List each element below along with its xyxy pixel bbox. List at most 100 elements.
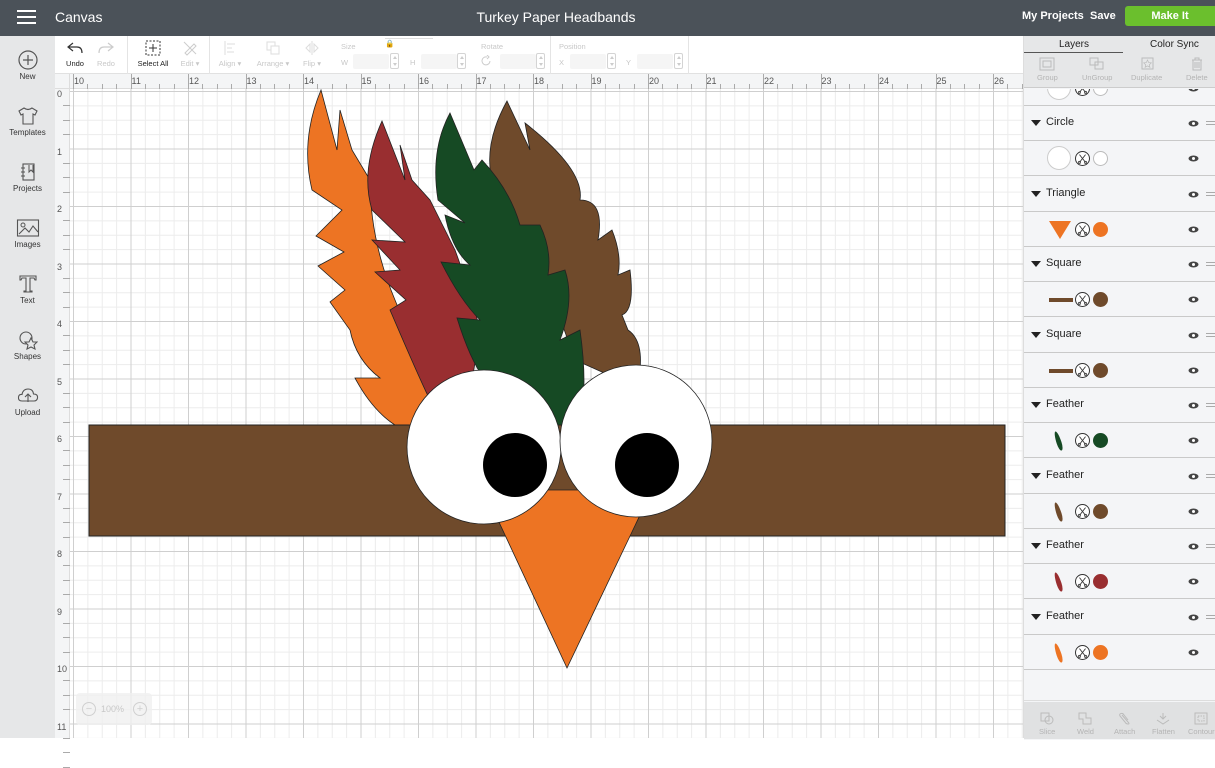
eye-icon[interactable] — [1188, 89, 1199, 92]
sidebar-item-shapes[interactable]: Shapes — [0, 330, 55, 380]
layer-sub-row[interactable] — [1024, 212, 1215, 247]
drag-handle[interactable] — [1206, 544, 1215, 548]
cut-operation-icon[interactable] — [1075, 221, 1090, 237]
layer-sub-row[interactable] — [1024, 494, 1215, 529]
zoom-out-button[interactable]: − — [82, 702, 96, 716]
sidebar-item-new[interactable]: New — [0, 50, 55, 100]
design-canvas[interactable] — [70, 89, 1023, 738]
x-input[interactable] — [570, 54, 606, 69]
zoom-in-button[interactable]: + — [133, 702, 147, 716]
layer-group-row[interactable]: Feather — [1024, 388, 1215, 423]
weld-button[interactable]: Weld — [1077, 712, 1094, 736]
layer-color-swatch[interactable] — [1093, 433, 1108, 448]
layer-color-swatch[interactable] — [1093, 221, 1108, 237]
collapse-triangle-icon[interactable] — [1031, 261, 1041, 267]
drag-handle[interactable] — [1206, 614, 1215, 619]
layer-color-swatch[interactable] — [1093, 574, 1108, 589]
cut-operation-icon[interactable] — [1075, 574, 1090, 589]
layer-color-swatch[interactable] — [1093, 89, 1108, 96]
x-stepper[interactable] — [607, 53, 616, 69]
eye-icon[interactable] — [1188, 402, 1199, 409]
align-dropdown[interactable]: Align ▾ — [215, 40, 245, 68]
y-input[interactable] — [637, 54, 673, 69]
drag-handle[interactable] — [1206, 403, 1215, 407]
cut-operation-icon[interactable] — [1075, 89, 1090, 96]
eye-icon[interactable] — [1188, 508, 1199, 515]
eye-icon[interactable] — [1188, 120, 1199, 127]
layer-sub-row[interactable] — [1024, 353, 1215, 388]
lock-aspect-icon[interactable]: 🔒 — [385, 38, 433, 48]
eye-icon[interactable] — [1188, 332, 1199, 339]
drag-handle[interactable] — [1206, 473, 1215, 478]
collapse-triangle-icon[interactable] — [1031, 543, 1041, 549]
contour-button[interactable]: Contour — [1188, 712, 1215, 736]
collapse-triangle-icon[interactable] — [1031, 120, 1041, 126]
slice-button[interactable]: Slice — [1039, 712, 1055, 736]
eye-icon[interactable] — [1188, 614, 1199, 621]
eye-icon[interactable] — [1188, 191, 1199, 198]
layer-color-swatch[interactable] — [1093, 644, 1108, 660]
rotate-input[interactable] — [500, 54, 536, 69]
attach-button[interactable]: Attach — [1114, 712, 1135, 736]
tab-layers[interactable]: Layers — [1059, 39, 1089, 50]
my-projects-link[interactable]: My Projects — [1022, 10, 1084, 22]
collapse-triangle-icon[interactable] — [1031, 472, 1041, 479]
drag-handle[interactable] — [1206, 191, 1215, 196]
eye-icon[interactable] — [1188, 261, 1199, 268]
width-input[interactable] — [353, 54, 389, 69]
ungroup-button[interactable]: UnGroup — [1082, 57, 1112, 82]
redo-button[interactable]: Redo — [96, 40, 116, 68]
layer-group-row[interactable]: Feather — [1024, 600, 1215, 635]
layer-color-swatch[interactable] — [1093, 503, 1108, 519]
sidebar-item-upload[interactable]: Upload — [0, 386, 55, 436]
arrange-dropdown[interactable]: Arrange ▾ — [253, 40, 293, 68]
sidebar-item-projects[interactable]: Projects — [0, 162, 55, 212]
layer-sub-row[interactable] — [1024, 635, 1215, 670]
cut-operation-icon[interactable] — [1075, 644, 1090, 660]
group-button[interactable]: Group — [1037, 57, 1058, 82]
layer-group-row[interactable]: Feather — [1024, 529, 1215, 564]
layer-group-row[interactable]: Triangle — [1024, 177, 1215, 212]
layer-color-swatch[interactable] — [1093, 151, 1108, 166]
collapse-triangle-icon[interactable] — [1031, 190, 1041, 197]
layer-color-swatch[interactable] — [1093, 292, 1108, 307]
eye-icon[interactable] — [1188, 578, 1199, 585]
layer-color-swatch[interactable] — [1093, 362, 1108, 378]
layer-sub-row[interactable] — [1024, 89, 1215, 106]
drag-handle[interactable] — [1206, 262, 1215, 266]
save-button[interactable]: Save — [1090, 10, 1116, 22]
drag-handle[interactable] — [1206, 121, 1215, 125]
eye-icon[interactable] — [1188, 649, 1199, 656]
layer-sub-row[interactable] — [1024, 423, 1215, 458]
layer-sub-row[interactable] — [1024, 564, 1215, 599]
eye-icon[interactable] — [1188, 437, 1199, 444]
sidebar-item-text[interactable]: Text — [0, 274, 55, 324]
cut-operation-icon[interactable] — [1075, 433, 1090, 448]
layer-group-row[interactable]: Square — [1024, 318, 1215, 353]
eye-icon[interactable] — [1188, 155, 1199, 162]
eye-icon[interactable] — [1188, 543, 1199, 550]
delete-button[interactable]: Delete — [1186, 57, 1208, 82]
rotate-stepper[interactable] — [536, 53, 545, 69]
undo-button[interactable]: Undo — [65, 40, 85, 68]
width-stepper[interactable] — [390, 53, 399, 69]
flip-dropdown[interactable]: Flip ▾ — [299, 40, 325, 68]
drag-handle[interactable] — [1206, 332, 1215, 337]
y-stepper[interactable] — [674, 53, 683, 69]
right-pupil[interactable] — [615, 433, 679, 497]
collapse-triangle-icon[interactable] — [1031, 613, 1041, 620]
flatten-button[interactable]: Flatten — [1152, 712, 1175, 736]
cut-operation-icon[interactable] — [1075, 362, 1090, 378]
duplicate-button[interactable]: Duplicate — [1131, 57, 1162, 82]
height-input[interactable] — [421, 54, 457, 69]
cut-operation-icon[interactable] — [1075, 151, 1090, 166]
eye-icon[interactable] — [1188, 296, 1199, 303]
collapse-triangle-icon[interactable] — [1031, 331, 1041, 338]
tab-color-sync[interactable]: Color Sync — [1150, 39, 1199, 50]
sidebar-item-images[interactable]: Images — [0, 218, 55, 268]
collapse-triangle-icon[interactable] — [1031, 402, 1041, 408]
cut-operation-icon[interactable] — [1075, 503, 1090, 519]
eye-icon[interactable] — [1188, 473, 1199, 480]
edit-dropdown[interactable]: Edit ▾ — [177, 40, 203, 68]
select-all-button[interactable]: Select All — [135, 40, 171, 68]
